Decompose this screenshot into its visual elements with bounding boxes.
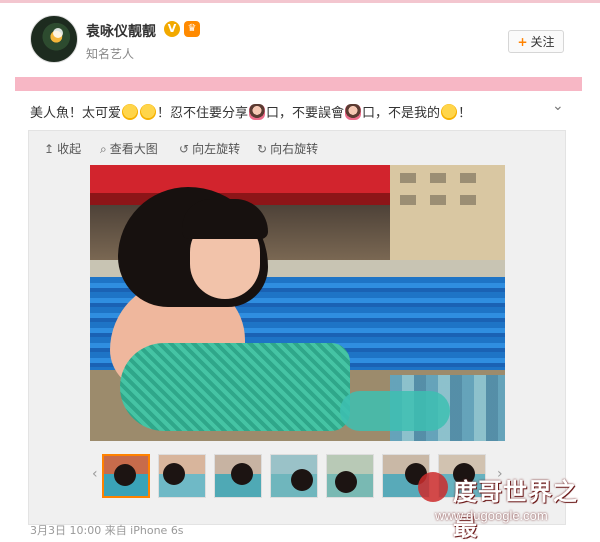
photo-window [430, 195, 446, 205]
smile-emoji-icon [140, 104, 157, 120]
view-large-label: 查看大图 [109, 142, 158, 156]
rotate-left-label: 向左旋转 [192, 142, 241, 156]
post-text-part: 口，不是我的 [362, 106, 441, 121]
chevron-down-icon[interactable]: ⌄ [552, 98, 564, 114]
photo-mermaid-tail [120, 343, 350, 431]
thumb-subject [114, 464, 136, 486]
post-text-part: 口，不要誤會 [266, 106, 345, 121]
thumb-subject [163, 463, 185, 485]
collapse-button[interactable]: ↥ 收起 [44, 140, 81, 157]
profile-subtitle: 知名艺人 [86, 47, 135, 61]
photo-window [460, 173, 476, 183]
view-large-button[interactable]: ⌕ 查看大图 [100, 140, 158, 157]
profile-header: 袁咏仪靓靓 V ♛ 知名艺人 + 关注 [0, 3, 600, 75]
girl-emoji-icon [249, 104, 266, 120]
photo-window [400, 195, 416, 205]
photo-child-bangs [182, 199, 268, 239]
post-meta[interactable]: 3月3日 10:00 来自 iPhone 6s [30, 522, 184, 538]
member-icon: ♛ [184, 21, 200, 37]
plus-icon: + [517, 35, 528, 49]
thumb-subject [291, 469, 313, 491]
avatar-highlight [53, 28, 63, 38]
thumbnail[interactable] [270, 454, 318, 498]
follow-button[interactable]: + 关注 [508, 30, 564, 53]
thumbnail[interactable] [158, 454, 206, 498]
watermark-logo-icon [418, 472, 448, 502]
thumbnail[interactable] [326, 454, 374, 498]
post-text-part: 美人魚！太可爱 [30, 106, 122, 121]
post-text: 美人魚！太可爱 ！忍不住要分享 口，不要誤會 口，不是我的 ！ [30, 104, 550, 124]
collapse-icon: ↥ [44, 142, 55, 156]
photo-building [390, 165, 505, 260]
rotate-right-icon: ↻ [257, 142, 268, 156]
post-text-part: ！ [458, 106, 472, 121]
smile-emoji-icon [122, 104, 139, 120]
photo-window [430, 173, 446, 183]
rotate-right-button[interactable]: ↻ 向右旋转 [257, 140, 318, 157]
photo-window [400, 173, 416, 183]
rotate-right-label: 向右旋转 [270, 142, 319, 156]
username[interactable]: 袁咏仪靓靓 [86, 21, 156, 41]
collapse-label: 收起 [57, 142, 82, 156]
thumb-subject [335, 471, 357, 493]
rotate-left-button[interactable]: ↺ 向左旋转 [179, 140, 240, 157]
follow-label: 关注 [530, 35, 555, 49]
photo-awning [90, 165, 390, 193]
photo-window [460, 195, 476, 205]
rotate-left-icon: ↺ [179, 142, 190, 156]
thumbnail[interactable] [214, 454, 262, 498]
search-icon: ⌕ [100, 142, 107, 156]
sad-emoji-icon [441, 104, 458, 120]
post-text-part: ！忍不住要分享 [157, 106, 249, 121]
watermark-url: www.dugoogle.com [435, 508, 548, 523]
photo-mermaid-fin [340, 391, 450, 431]
thumbnail[interactable] [102, 454, 150, 498]
girl-emoji-icon [345, 104, 362, 120]
verified-icon: V [164, 21, 180, 37]
thumb-subject [231, 463, 253, 485]
avatar[interactable] [30, 15, 78, 63]
main-photo[interactable] [90, 165, 505, 441]
watermark-title: 度哥世界之最 [453, 478, 578, 541]
divider-bar [15, 77, 582, 91]
site-watermark: 度哥世界之最 www.dugoogle.com [415, 472, 600, 541]
